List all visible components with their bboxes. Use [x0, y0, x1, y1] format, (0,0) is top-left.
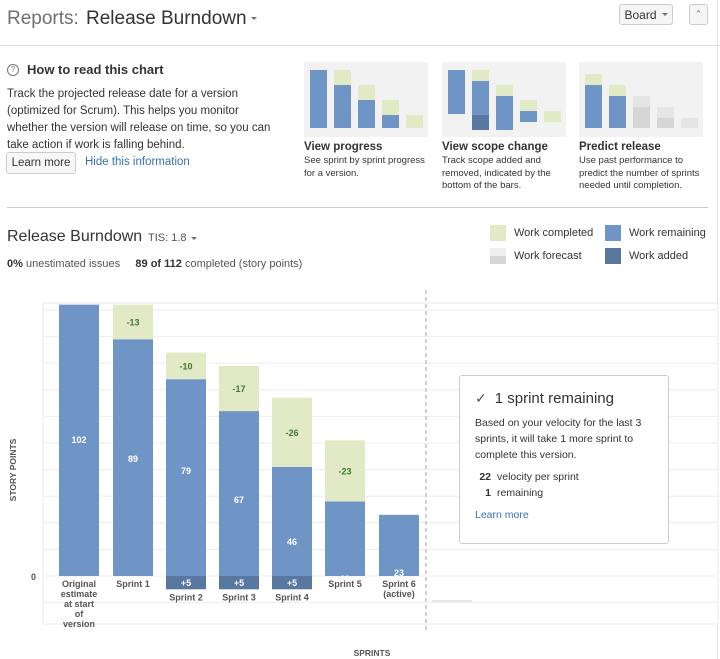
forecast-card: ✓ 1 sprint remaining Based on your veloci… — [459, 375, 669, 544]
legend-swatch — [605, 225, 621, 241]
legend-work-completed: Work completed — [490, 225, 593, 241]
unestimated-percent: 0% — [7, 258, 23, 270]
board-button[interactable]: Board — [619, 4, 673, 25]
category-label: Sprint 1 — [116, 579, 150, 589]
chevron-down-icon — [190, 236, 197, 240]
card-title: View progress — [304, 141, 383, 153]
remaining-label: remaining — [497, 487, 544, 499]
info-heading: ? How to read this chart — [7, 62, 164, 77]
forecast-learn-more-link[interactable]: Learn more — [475, 509, 653, 521]
bar-work-remaining — [219, 411, 259, 576]
board-button-label: Board — [624, 7, 657, 22]
velocity-row: 22 velocity per sprint — [475, 469, 653, 485]
chevron-down-icon — [250, 17, 257, 21]
forecast-title: 1 sprint remaining — [494, 390, 614, 407]
legend-label: Work completed — [514, 227, 594, 239]
legend-work-added: Work added — [605, 248, 688, 264]
card-description: See sprint by sprint progress for a vers… — [304, 155, 425, 179]
remaining-label: 89 — [128, 454, 138, 464]
completed-label: -23 — [338, 466, 351, 476]
legend-swatch — [605, 248, 621, 264]
category-label: (active) — [383, 589, 415, 599]
collapse-button[interactable]: ⌃ — [689, 4, 708, 25]
remaining-label: 102 — [71, 435, 86, 445]
view-progress-thumbnail — [304, 62, 428, 137]
category-label: version — [63, 619, 95, 629]
remaining-label: 23 — [394, 568, 404, 578]
y-axis-label: STORY POINTS — [8, 438, 18, 501]
card-description: Use past performance to predict the numb… — [579, 155, 700, 191]
y-tick-label: 0 — [31, 572, 36, 582]
report-selector[interactable]: Release Burndown — [86, 8, 257, 30]
legend-label: Work added — [629, 250, 689, 262]
view-scope-change-thumbnail — [442, 62, 566, 137]
velocity-label: velocity per sprint — [497, 471, 579, 483]
report-stats: 0% unestimated issues 89 of 112 complete… — [7, 258, 302, 270]
added-label: +5 — [234, 578, 244, 588]
x-axis-label: SPRINTS — [354, 648, 391, 658]
forecast-description: Based on your velocity for the last 3 sp… — [475, 417, 642, 461]
version-selector[interactable]: TIS: 1.8 — [148, 232, 197, 244]
velocity-value: 22 — [479, 471, 491, 483]
bar-work-remaining — [325, 501, 365, 576]
card-title: Predict release — [579, 141, 661, 153]
double-chevron-up-icon: ⌃ — [694, 9, 703, 19]
learn-more-button[interactable]: Learn more — [6, 152, 76, 174]
legend-swatch — [490, 225, 506, 241]
card-title: View scope change — [442, 141, 548, 153]
completed-label: -13 — [126, 317, 139, 327]
bar-work-remaining — [166, 379, 206, 576]
category-label: Sprint 6 — [382, 579, 416, 589]
completed-label: -26 — [285, 428, 298, 438]
bar-work-remaining — [272, 466, 312, 576]
completed-label: completed (story points) — [184, 258, 303, 270]
legend-label: Work forecast — [514, 250, 582, 262]
header-divider — [0, 45, 720, 46]
legend-work-forecast: Work forecast — [490, 248, 582, 264]
added-label: +5 — [181, 578, 191, 588]
card-description: Track scope added and removed, indicated… — [442, 155, 551, 191]
added-label: +5 — [287, 578, 297, 588]
bar-work-remaining — [379, 514, 419, 576]
category-label: estimate — [61, 589, 98, 599]
completed-value: 89 of 112 — [135, 258, 182, 270]
version-selector-label: TIS: 1.8 — [148, 232, 187, 244]
info-description: Track the projected release date for a v… — [7, 88, 271, 151]
chevron-down-icon — [661, 13, 668, 16]
legend-label: Work remaining — [629, 227, 706, 239]
remaining-label: 46 — [287, 537, 297, 547]
checkmark-icon: ✓ — [475, 390, 487, 406]
category-label: at start — [64, 599, 94, 609]
category-label: Sprint 2 — [169, 592, 203, 602]
category-label: Sprint 4 — [275, 592, 309, 602]
help-icon: ? — [7, 63, 19, 76]
completed-label: -10 — [179, 361, 192, 371]
legend-swatch — [490, 248, 506, 264]
category-label: Original — [62, 579, 96, 589]
report-title: Release Burndown — [86, 8, 247, 29]
reports-label: Reports: — [7, 8, 79, 29]
info-title: How to read this chart — [27, 62, 164, 77]
category-label: Sprint 5 — [328, 579, 362, 589]
category-label: Sprint 3 — [222, 592, 256, 602]
section-divider — [7, 207, 708, 208]
hide-information-link[interactable]: Hide this information — [85, 156, 190, 168]
completed-label: -17 — [232, 384, 245, 394]
legend-work-remaining: Work remaining — [605, 225, 706, 241]
unestimated-label: unestimated issues — [25, 258, 121, 270]
remaining-value: 1 — [485, 487, 491, 499]
category-label: of — [75, 609, 84, 619]
remaining-label: 79 — [181, 466, 191, 476]
forecast-placeholder — [432, 600, 472, 602]
predict-release-thumbnail — [579, 62, 703, 137]
chart-title: Release Burndown — [7, 228, 143, 245]
remaining-row: 1 remaining — [475, 485, 653, 501]
remaining-label: 67 — [234, 495, 244, 505]
